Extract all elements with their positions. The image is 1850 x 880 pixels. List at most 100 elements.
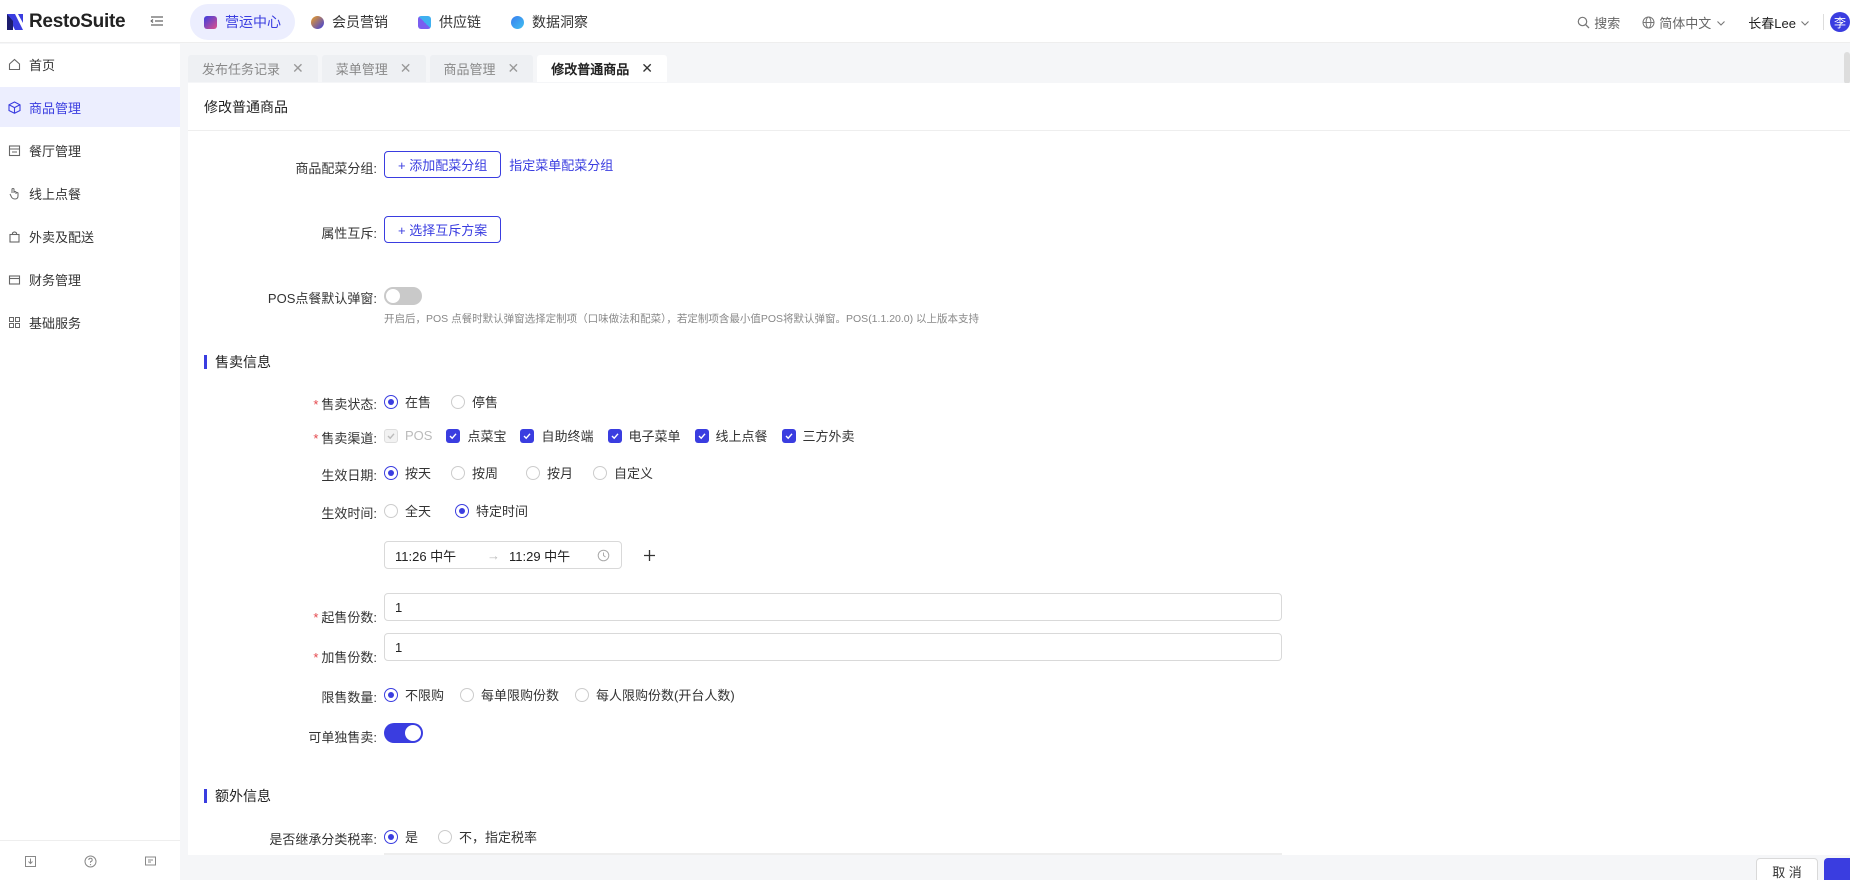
tab-menu-management[interactable]: 菜单管理 ✕	[321, 55, 426, 82]
top-navigation: 营运中心 会员营销 供应链 数据洞察	[190, 4, 604, 40]
limit-none-radio[interactable]: 不限购	[384, 685, 444, 704]
pos-popup-toggle[interactable]	[384, 287, 422, 305]
clock-icon	[597, 549, 610, 561]
option-label: 点菜宝	[467, 429, 507, 444]
scrollbar[interactable]	[1844, 52, 1850, 84]
option-label: 按天	[405, 466, 432, 481]
time-range-picker[interactable]: 11:26 中午 → 11:29 中午	[384, 541, 622, 569]
tax-inherit-no-radio[interactable]: 不，指定税率	[438, 827, 537, 846]
status-off-sale-radio[interactable]: 停售	[451, 392, 498, 411]
group-row: + 添加配菜分组 指定菜单配菜分组	[384, 151, 613, 178]
search-icon	[1577, 16, 1590, 29]
limit-per-order-radio[interactable]: 每单限购份数	[460, 685, 559, 704]
limit-label: 限售数量:	[321, 690, 377, 705]
close-icon[interactable]: ✕	[292, 60, 304, 77]
min-qty-label-text: 起售份数:	[321, 610, 377, 625]
date-daily-radio[interactable]: 按天	[384, 463, 431, 482]
assign-menu-group-link[interactable]: 指定菜单配菜分组	[509, 155, 613, 174]
option-label: 电子菜单	[628, 429, 681, 444]
sidebar-item-home[interactable]: 首页	[0, 44, 180, 84]
channel-kiosk-checkbox[interactable]: 自助终端	[520, 426, 594, 445]
checkbox-checked	[694, 428, 709, 443]
radio-checked	[384, 394, 398, 409]
message-icon[interactable]	[144, 855, 157, 868]
radio-unchecked	[460, 687, 475, 702]
status-label-text: 售卖状态:	[321, 397, 377, 412]
date-custom-radio[interactable]: 自定义	[593, 463, 653, 482]
search-label: 搜索	[1594, 16, 1621, 31]
topnav-label: 供应链	[439, 14, 481, 30]
cancel-button[interactable]: 取 消	[1756, 858, 1818, 880]
language-selector[interactable]: 简体中文	[1642, 13, 1726, 32]
sidebar-item-basic-services[interactable]: 基础服务	[0, 302, 180, 342]
next-field-edge	[384, 853, 1282, 855]
sidebar-item-restaurant-management[interactable]: 餐厅管理	[0, 130, 180, 170]
select-exclusive-plan-button[interactable]: + 选择互斥方案	[384, 216, 502, 243]
top-bar: RestoSuite 营运中心 会员营销 供应链 数据洞察 搜索 简体中文 长春…	[0, 0, 1850, 43]
group-label: 商品配菜分组:	[295, 161, 377, 176]
sidebar-item-label: 财务管理	[29, 272, 82, 288]
channel-third-party-checkbox[interactable]: 三方外卖	[781, 426, 855, 445]
topnav-label: 数据洞察	[532, 14, 588, 30]
tab-publish-records[interactable]: 发布任务记录 ✕	[188, 55, 318, 82]
radio-unchecked	[384, 503, 398, 518]
avatar[interactable]: 李	[1830, 12, 1850, 32]
date-monthly-radio[interactable]: 按月	[526, 463, 573, 482]
add-time-range-icon[interactable]	[643, 549, 656, 562]
option-label: 特定时间	[476, 504, 529, 519]
collapse-menu-icon[interactable]	[150, 14, 164, 28]
extra-info-section-title: 额外信息	[204, 789, 271, 803]
help-icon[interactable]	[84, 855, 97, 868]
min-qty-label: * 起售份数:	[313, 610, 377, 625]
radio-unchecked	[451, 465, 466, 480]
user-menu[interactable]: 长春Lee	[1748, 13, 1810, 32]
radio-checked	[455, 503, 470, 518]
time-end-value: 11:29 中午	[509, 548, 571, 564]
add-qty-input[interactable]: 1	[384, 633, 1282, 661]
sale-info-section-title: 售卖信息	[204, 355, 271, 369]
close-icon[interactable]: ✕	[400, 60, 412, 77]
sidebar: 首页 商品管理 餐厅管理 线上点餐 外卖及配送 财务管理 基础服务	[0, 44, 180, 880]
tax-inherit-yes-radio[interactable]: 是	[384, 827, 418, 846]
checkbox-checked	[607, 428, 622, 443]
radio-unchecked	[575, 687, 590, 702]
time-specific-radio[interactable]: 特定时间	[455, 501, 528, 520]
add-side-group-button[interactable]: + 添加配菜分组	[384, 151, 502, 178]
status-on-sale-radio[interactable]: 在售	[384, 392, 431, 411]
status-label: * 售卖状态:	[313, 397, 377, 412]
tab-product-management[interactable]: 商品管理 ✕	[429, 55, 534, 82]
channel-diancaibao-checkbox[interactable]: 点菜宝	[446, 426, 506, 445]
channel-online-checkbox[interactable]: 线上点餐	[694, 426, 768, 445]
pos-popup-label: POS点餐默认弹窗:	[267, 291, 377, 306]
topnav-supply-chain[interactable]: 供应链	[404, 4, 495, 40]
time-allday-radio[interactable]: 全天	[384, 501, 431, 520]
single-sale-toggle[interactable]	[384, 723, 423, 743]
close-icon[interactable]: ✕	[641, 60, 653, 77]
topnav-operations-center[interactable]: 营运中心	[190, 4, 295, 40]
close-icon[interactable]: ✕	[508, 60, 520, 77]
option-label: 每单限购份数	[481, 688, 560, 703]
checkbox-checked	[781, 428, 796, 443]
sidebar-item-product-management[interactable]: 商品管理	[0, 87, 180, 127]
sidebar-item-online-ordering[interactable]: 线上点餐	[0, 173, 180, 213]
channel-pos-checkbox[interactable]: POS	[384, 428, 432, 443]
data-insights-icon	[511, 15, 524, 29]
sidebar-item-delivery[interactable]: 外卖及配送	[0, 216, 180, 256]
pos-popup-row	[384, 287, 422, 305]
home-icon	[8, 58, 21, 70]
limit-per-person-radio[interactable]: 每人限购份数(开台人数)	[575, 685, 735, 704]
sidebar-item-finance[interactable]: 财务管理	[0, 259, 180, 299]
search-button[interactable]: 搜索	[1577, 13, 1620, 32]
logo[interactable]: RestoSuite	[6, 11, 126, 33]
topnav-member-marketing[interactable]: 会员营销	[297, 4, 402, 40]
language-label: 简体中文	[1659, 16, 1712, 31]
channel-emenu-checkbox[interactable]: 电子菜单	[607, 426, 681, 445]
confirm-button[interactable]	[1824, 858, 1850, 880]
user-name: 长春Lee	[1748, 16, 1796, 31]
download-icon[interactable]	[24, 855, 37, 868]
date-weekly-radio[interactable]: 按周	[451, 463, 498, 482]
chevron-down-icon	[1717, 20, 1726, 26]
min-qty-input[interactable]: 1	[384, 593, 1282, 621]
tab-edit-product[interactable]: 修改普通商品 ✕	[537, 55, 667, 82]
topnav-data-insights[interactable]: 数据洞察	[497, 4, 602, 40]
